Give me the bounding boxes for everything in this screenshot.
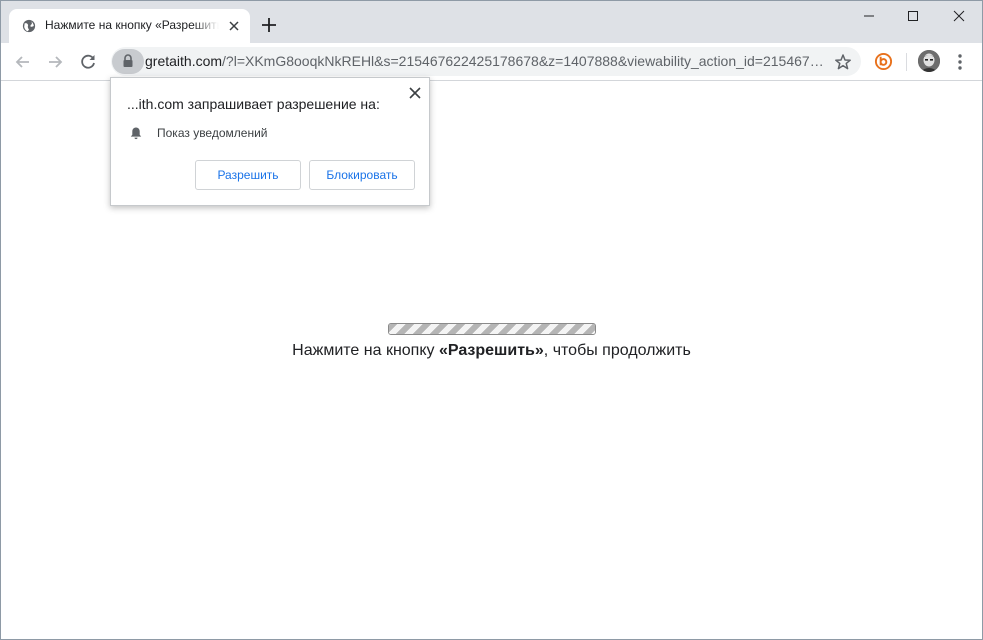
avatar-icon: [918, 50, 940, 72]
lock-icon: [123, 54, 133, 67]
profile-avatar[interactable]: [918, 50, 940, 72]
url-path: /?l=XKmG8ooqkNkREHl&s=215467622425178678…: [222, 53, 824, 69]
plus-icon[interactable]: [261, 17, 277, 33]
bell-icon: [130, 127, 142, 140]
window-close-button[interactable]: [936, 1, 982, 31]
prompt-title: ...ith.com запрашивает разрешение на:: [127, 96, 380, 112]
progress-bar-fill: [389, 324, 595, 334]
active-tab[interactable]: Нажмите на кнопку «Разрешить», чтобы про…: [9, 9, 250, 43]
block-button[interactable]: Блокировать: [309, 160, 415, 190]
kebab-menu-icon[interactable]: [952, 53, 968, 71]
arrow-right-icon[interactable]: [45, 52, 65, 72]
close-icon[interactable]: [227, 19, 241, 33]
permission-label: Показ уведомлений: [157, 126, 268, 140]
extension-icon[interactable]: [874, 52, 893, 71]
maximize-icon: [908, 11, 918, 21]
globe-icon: [22, 19, 36, 33]
reload-icon[interactable]: [78, 52, 98, 72]
minimize-icon: [864, 15, 874, 17]
toolbar-separator: [906, 53, 907, 71]
message-text-end: , чтобы продолжить: [543, 342, 691, 359]
arrow-left-icon[interactable]: [13, 52, 33, 72]
notification-permission-prompt: ...ith.com запрашивает разрешение на: По…: [110, 77, 430, 206]
site-info-button[interactable]: [112, 49, 144, 74]
maximize-button[interactable]: [890, 1, 936, 31]
close-icon[interactable]: [408, 86, 422, 100]
minimize-button[interactable]: [846, 1, 892, 31]
tab-title: Нажмите на кнопку «Разрешить», чтобы про…: [45, 18, 219, 32]
page-message: Нажмите на кнопку «Разрешить», чтобы про…: [1, 342, 982, 360]
progress-bar: [388, 323, 596, 335]
browser-window: Нажмите на кнопку «Разрешить», чтобы про…: [0, 0, 983, 640]
close-icon: [953, 10, 965, 22]
address-bar[interactable]: gretaith.com/?l=XKmG8ooqkNkREHl&s=215467…: [111, 47, 861, 76]
url-host: gretaith.com: [145, 53, 223, 69]
url-text[interactable]: gretaith.com/?l=XKmG8ooqkNkREHl&s=215467…: [145, 53, 825, 69]
browser-toolbar: gretaith.com/?l=XKmG8ooqkNkREHl&s=215467…: [1, 43, 982, 81]
message-text: Нажмите на кнопку: [292, 342, 439, 359]
message-bold: «Разрешить»: [438, 342, 544, 359]
star-icon[interactable]: [834, 53, 852, 71]
allow-button[interactable]: Разрешить: [195, 160, 301, 190]
tab-strip: Нажмите на кнопку «Разрешить», чтобы про…: [1, 1, 982, 43]
